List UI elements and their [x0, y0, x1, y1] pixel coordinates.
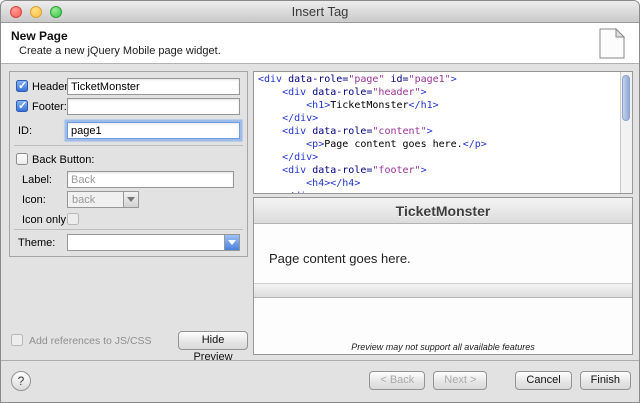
code-line: </div>	[258, 151, 616, 164]
footer-label: Footer:	[32, 101, 67, 113]
icon-label: Icon:	[22, 194, 46, 206]
wizard-subtitle: Create a new jQuery Mobile page widget.	[19, 45, 221, 57]
code-line: <div data-role="header">	[258, 86, 616, 99]
icon-select-value: back	[72, 194, 95, 206]
page-options-group: Header: Footer: ID: Back Button: Label: …	[9, 71, 248, 257]
wizard-banner: New Page Create a new jQuery Mobile page…	[1, 23, 639, 64]
header-checkbox[interactable]	[16, 80, 28, 92]
chevron-down-icon	[224, 235, 239, 250]
header-input[interactable]	[67, 78, 240, 95]
separator	[14, 229, 243, 230]
header-label: Header:	[32, 81, 71, 93]
theme-row: Theme:	[10, 234, 247, 252]
theme-label: Theme:	[18, 237, 55, 249]
code-scrollbar[interactable]	[620, 72, 632, 193]
back-button[interactable]: < Back	[369, 371, 425, 390]
code-line: <h1>TicketMonster</h1>	[258, 99, 616, 112]
icon-select[interactable]: back	[67, 191, 139, 208]
id-input[interactable]	[67, 122, 240, 139]
code-line: <h4></h4>	[258, 177, 616, 190]
back-label-label: Label:	[22, 174, 52, 186]
code-content: <div data-role="page" id="page1"> <div d…	[254, 72, 620, 194]
preview-page-footer	[254, 283, 632, 298]
preview-pane: TicketMonster Page content goes here. Pr…	[253, 197, 633, 355]
help-button[interactable]: ?	[11, 371, 31, 391]
titlebar[interactable]: Insert Tag	[1, 1, 639, 23]
header-row: Header:	[10, 78, 247, 96]
footer-input[interactable]	[67, 98, 240, 115]
code-line: </div>	[258, 190, 616, 194]
back-label-input[interactable]	[67, 171, 234, 188]
wizard-title: New Page	[11, 29, 68, 43]
window-controls	[10, 6, 62, 18]
back-label-row: Label:	[10, 171, 247, 189]
add-references-row: Add references to JS/CSS	[9, 332, 179, 350]
icon-row: Icon: back	[10, 191, 247, 209]
footer-checkbox[interactable]	[16, 100, 28, 112]
finish-button[interactable]: Finish	[580, 371, 631, 390]
window-title: Insert Tag	[1, 1, 639, 22]
back-button-label: Back Button:	[32, 154, 94, 166]
next-button[interactable]: Next >	[433, 371, 487, 390]
icon-only-checkbox[interactable]	[67, 213, 79, 225]
code-line: <p>Page content goes here.</p>	[258, 138, 616, 151]
back-button-row: Back Button:	[10, 151, 247, 169]
add-references-label: Add references to JS/CSS	[29, 335, 152, 347]
code-editor[interactable]: <div data-role="page" id="page1"> <div d…	[253, 71, 633, 194]
icon-only-label: Icon only:	[22, 214, 69, 226]
code-line: <div data-role="page" id="page1">	[258, 73, 616, 86]
code-line: <div data-role="footer">	[258, 164, 616, 177]
preview-page-content: Page content goes here.	[254, 224, 632, 283]
separator	[14, 145, 243, 146]
id-row: ID:	[10, 122, 247, 140]
new-page-icon	[598, 27, 626, 60]
zoom-window-button[interactable]	[50, 6, 62, 18]
insert-tag-dialog: Insert Tag New Page Create a new jQuery …	[0, 0, 640, 403]
code-line: </div>	[258, 112, 616, 125]
preview-page-header: TicketMonster	[254, 198, 632, 224]
wizard-buttons: < Back Next > Cancel Finish	[369, 371, 631, 390]
cancel-button[interactable]: Cancel	[515, 371, 571, 390]
scrollbar-thumb[interactable]	[622, 75, 630, 121]
preview-note: Preview may not support all available fe…	[254, 342, 632, 352]
theme-select[interactable]	[67, 234, 240, 251]
close-window-button[interactable]	[10, 6, 22, 18]
icon-only-row: Icon only:	[10, 211, 247, 229]
code-line: <div data-role="content">	[258, 125, 616, 138]
chevron-down-icon	[123, 192, 138, 207]
back-button-checkbox[interactable]	[16, 153, 28, 165]
id-label: ID:	[18, 125, 32, 137]
dialog-button-bar: ? < Back Next > Cancel Finish	[1, 360, 639, 402]
minimize-window-button[interactable]	[30, 6, 42, 18]
hide-preview-button[interactable]: Hide Preview	[178, 331, 248, 350]
add-references-checkbox[interactable]	[11, 334, 23, 346]
footer-row: Footer:	[10, 98, 247, 116]
